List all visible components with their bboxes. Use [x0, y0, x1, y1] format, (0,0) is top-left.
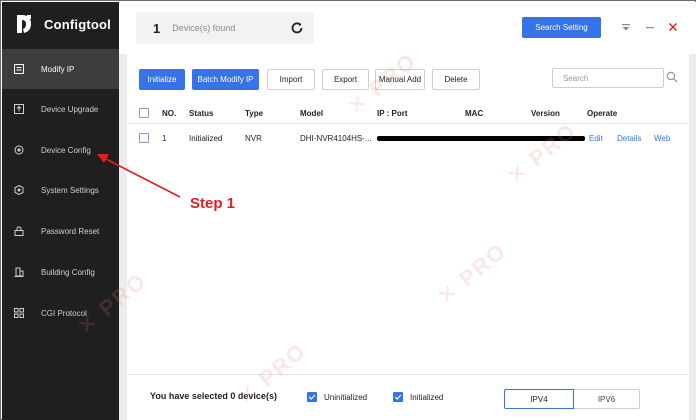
col-version: Version	[531, 108, 560, 118]
app-window: Configtool Modify IP Device Upgrade Devi…	[0, 0, 696, 420]
col-type: Type	[245, 108, 264, 118]
upgrade-icon	[14, 104, 24, 114]
edit-link[interactable]: Edit	[589, 127, 603, 149]
device-found-box: 1 Device(s) found	[136, 12, 314, 44]
selected-summary: You have selected 0 device(s)	[150, 391, 277, 401]
uninitialized-checkbox[interactable]	[307, 392, 317, 402]
device-panel: Initialize Batch Modify IP Import Export…	[127, 54, 689, 420]
initialize-button[interactable]: Initialize	[139, 69, 185, 90]
sidebar-item-cgi-protocol[interactable]: CGI Protocol	[2, 293, 119, 333]
col-no: NO.	[162, 108, 177, 118]
footer-bar: You have selected 0 device(s) Uninitiali…	[127, 374, 689, 420]
step-label: Step 1	[190, 195, 236, 212]
refresh-icon[interactable]	[290, 21, 304, 35]
sidebar-item-label: System Settings	[41, 185, 99, 195]
building-icon	[14, 267, 24, 277]
search-input[interactable]: Search	[552, 68, 664, 88]
app-title: Configtool	[44, 16, 111, 32]
details-link[interactable]: Details	[617, 127, 641, 149]
batch-modify-ip-button[interactable]: Batch Modify IP	[192, 69, 259, 90]
export-button[interactable]: Export	[322, 69, 369, 90]
search-setting-button[interactable]: Search Setting	[522, 17, 601, 38]
sidebar-item-system-settings[interactable]: System Settings	[2, 170, 119, 210]
check-icon	[394, 394, 402, 400]
sidebar-item-password-reset[interactable]: Password Reset	[2, 211, 119, 251]
select-all-checkbox[interactable]	[139, 102, 149, 124]
modify-ip-icon	[14, 64, 24, 74]
table-row[interactable]: 1 Initialized NVR DHI-NVR4104HS-... Edit…	[127, 127, 689, 149]
device-found-label: Device(s) found	[172, 23, 236, 33]
system-settings-icon	[14, 185, 24, 195]
sidebar-item-building-config[interactable]: Building Config	[2, 252, 119, 292]
initialized-label: Initialized	[410, 393, 444, 402]
sidebar-item-label: Password Reset	[41, 226, 100, 236]
row-no: 1	[162, 133, 167, 143]
selected-suffix: device(s)	[237, 391, 277, 401]
dropdown-menu-icon[interactable]	[619, 18, 633, 36]
delete-button[interactable]: Delete	[432, 69, 480, 90]
device-config-icon	[14, 145, 24, 155]
col-operate: Operate	[587, 108, 618, 118]
content-area: Initialize Batch Modify IP Import Export…	[119, 54, 696, 420]
selected-prefix: You have selected	[150, 391, 228, 401]
device-count: 1	[153, 20, 161, 36]
sidebar-item-device-upgrade[interactable]: Device Upgrade	[2, 89, 119, 129]
col-mac: MAC	[465, 108, 484, 118]
close-icon[interactable]	[666, 18, 680, 36]
row-status: Initialized	[189, 133, 223, 143]
selected-count: 0	[230, 391, 236, 401]
col-ip-port: IP : Port	[377, 108, 408, 118]
search-icon[interactable]	[666, 70, 678, 83]
sidebar-item-label: Device Config	[41, 145, 91, 155]
ipv6-tab[interactable]: IPV6	[574, 389, 640, 409]
redacted-ip-mac-version	[377, 127, 585, 149]
import-button[interactable]: Import	[267, 69, 315, 90]
col-model: Model	[300, 108, 324, 118]
lock-icon	[14, 226, 24, 236]
table-header: NO. Status Type Model IP : Port MAC Vers…	[127, 102, 689, 124]
initialized-checkbox[interactable]	[393, 392, 403, 402]
cgi-icon	[14, 308, 24, 318]
check-icon	[308, 394, 316, 400]
web-link[interactable]: Web	[654, 127, 670, 149]
row-model: DHI-NVR4104HS-...	[300, 133, 372, 143]
sidebar: Configtool Modify IP Device Upgrade Devi…	[2, 2, 119, 420]
col-status: Status	[189, 108, 214, 118]
sidebar-item-label: CGI Protocol	[41, 308, 87, 318]
row-checkbox[interactable]	[139, 127, 149, 149]
minimize-icon[interactable]	[643, 18, 657, 36]
ipv4-tab[interactable]: IPV4	[504, 389, 574, 409]
top-bar: 1 Device(s) found Search Setting	[119, 2, 696, 54]
sidebar-item-label: Building Config	[41, 267, 95, 277]
app-logo: Configtool	[2, 2, 119, 46]
sidebar-item-modify-ip[interactable]: Modify IP	[2, 49, 119, 89]
sidebar-item-label: Device Upgrade	[41, 104, 99, 114]
row-type: NVR	[245, 133, 262, 143]
uninitialized-label: Uninitialized	[324, 393, 368, 402]
sidebar-item-device-config[interactable]: Device Config	[2, 130, 119, 170]
configtool-logo-icon	[14, 13, 36, 35]
manual-add-button[interactable]: Manual Add	[375, 69, 425, 90]
sidebar-item-label: Modify IP	[41, 64, 75, 74]
